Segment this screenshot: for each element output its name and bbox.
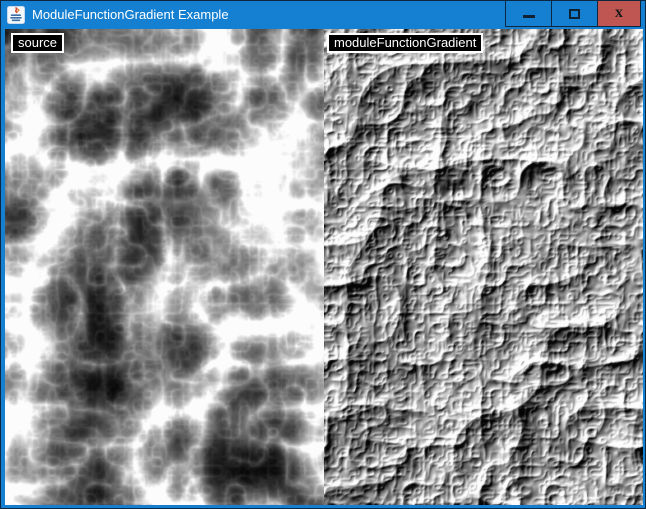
gradient-label: moduleFunctionGradient [327,33,483,53]
window-title: ModuleFunctionGradient Example [32,1,229,28]
content-area: source moduleFunctionGradient [5,29,643,505]
titlebar[interactable]: ModuleFunctionGradient Example x [1,1,645,28]
minimize-icon [523,15,535,18]
panel-source: source [5,29,324,505]
java-coffee-cup-icon [7,6,25,24]
minimize-button[interactable] [505,1,552,27]
gradient-noise-image [324,29,643,505]
source-label: source [11,33,64,53]
maximize-icon [569,9,580,19]
panel-gradient: moduleFunctionGradient [324,29,643,505]
app-window: ModuleFunctionGradient Example x source … [0,0,646,509]
maximize-button[interactable] [551,1,598,27]
window-controls: x [506,1,641,27]
source-noise-image [5,29,324,505]
close-icon: x [615,5,623,21]
close-button[interactable]: x [597,1,641,27]
